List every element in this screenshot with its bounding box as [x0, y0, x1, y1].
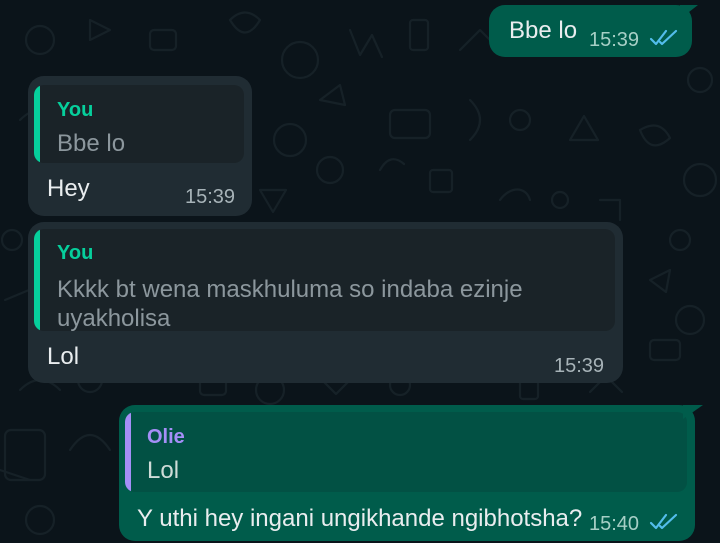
- quote-text: Lol: [147, 457, 180, 484]
- message-text: Bbe lo: [509, 17, 578, 44]
- quote-text-line-2: uyakholisa: [57, 305, 171, 331]
- quote-accent-bar: [125, 412, 131, 492]
- message-timestamp: 15:39: [554, 355, 605, 377]
- message-timestamp: 15:39: [185, 186, 236, 208]
- read-double-tick-icon: [649, 513, 678, 530]
- message-timestamp: 15:39: [589, 29, 640, 51]
- read-double-tick-icon: [649, 29, 678, 46]
- message-bubble-outgoing[interactable]: Olie Lol Y uthi hey ingani ungikhande ng…: [119, 405, 695, 541]
- message-bubble-outgoing[interactable]: Bbe lo 15:39: [489, 5, 692, 57]
- message-text: Hey: [47, 175, 90, 202]
- quote-author: Olie: [147, 426, 185, 448]
- message-bubble-incoming[interactable]: You Kkkk bt wena maskhuluma so indaba ez…: [28, 222, 623, 383]
- quote-text-line-1: Kkkk bt wena maskhuluma so indaba ezinje: [57, 276, 523, 303]
- quote-accent-bar: [34, 85, 40, 163]
- quote-text: Bbe lo: [57, 130, 126, 157]
- quoted-message[interactable]: You Bbe lo: [34, 85, 244, 163]
- quote-accent-bar: [34, 229, 40, 331]
- quoted-message[interactable]: Olie Lol: [125, 412, 687, 492]
- bubble-tail: [680, 5, 698, 19]
- quoted-message[interactable]: You Kkkk bt wena maskhuluma so indaba ez…: [34, 229, 615, 331]
- message-text: Lol: [47, 343, 80, 370]
- message-text: Y uthi hey ingani ungikhande ngibhotsha?: [137, 505, 583, 532]
- message-bubble-incoming[interactable]: You Bbe lo Hey 15:39: [28, 76, 252, 216]
- quote-author: You: [57, 99, 94, 121]
- message-timestamp: 15:40: [589, 513, 640, 535]
- quote-author: You: [57, 242, 94, 264]
- bubble-tail: [683, 405, 703, 419]
